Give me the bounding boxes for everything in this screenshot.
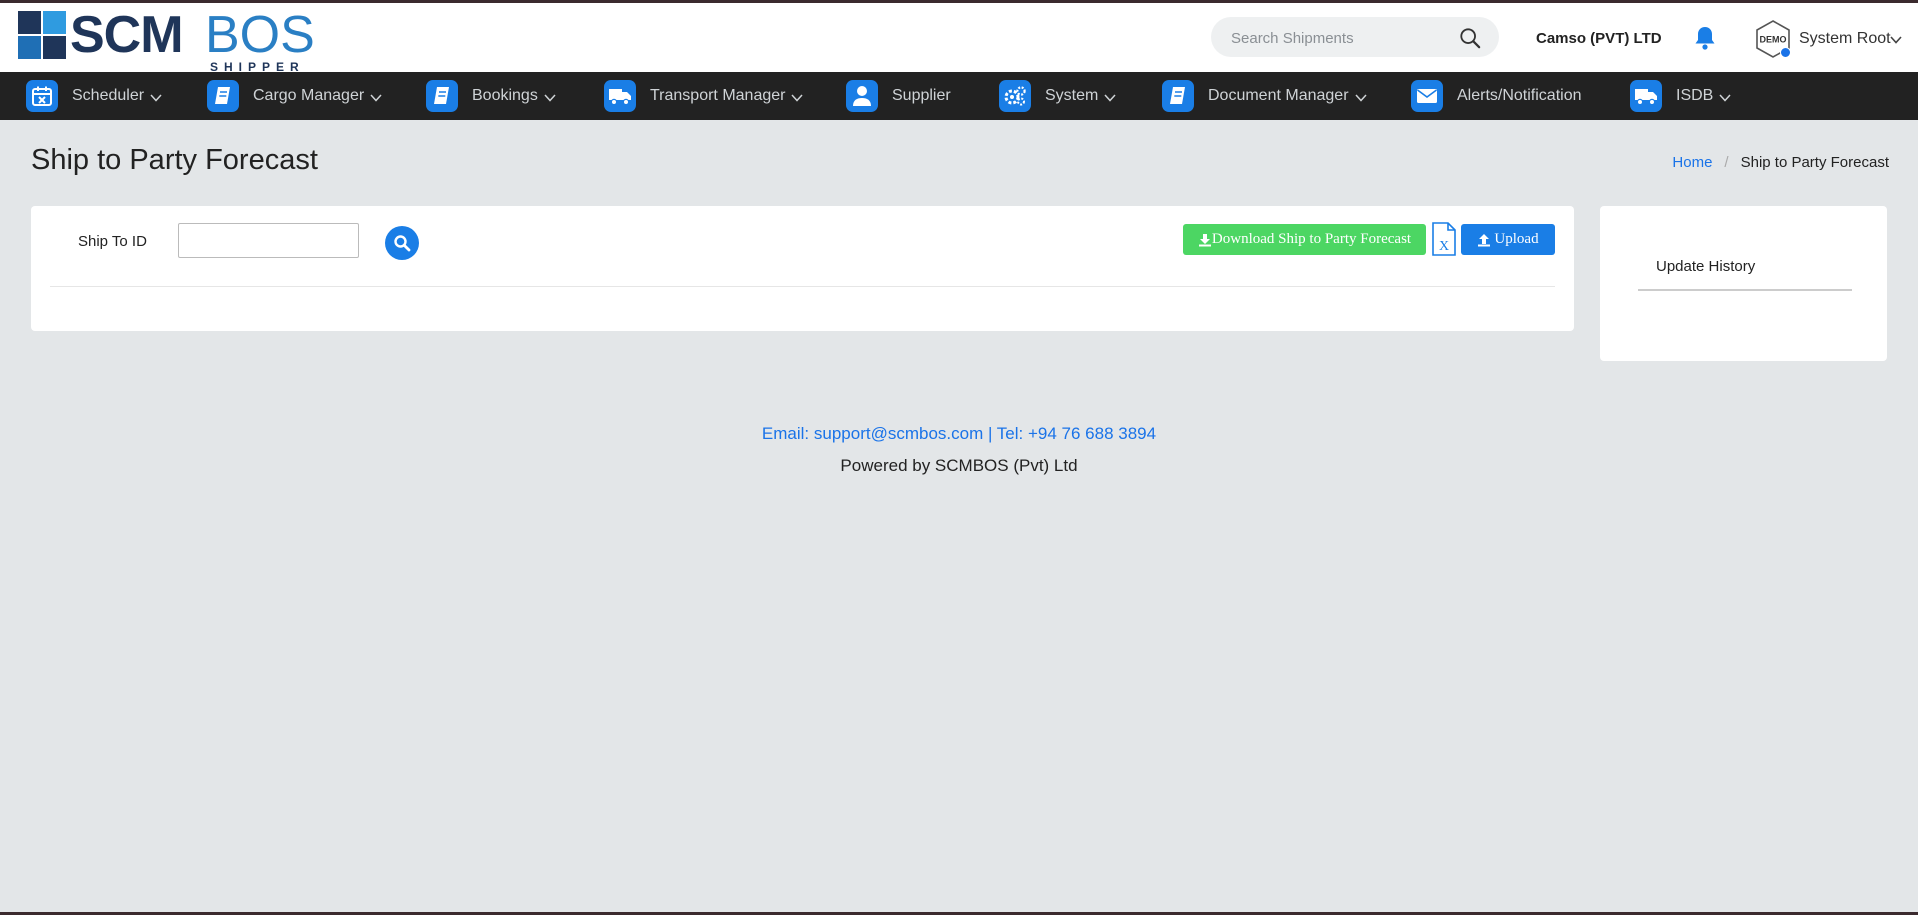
ship-to-id-label: Ship To ID — [78, 233, 147, 250]
chevron-down-icon[interactable] — [1890, 36, 1902, 44]
nav-item-system[interactable]: System — [999, 72, 1116, 120]
excel-file-icon[interactable]: X — [1431, 222, 1457, 256]
bell-icon[interactable] — [1693, 25, 1717, 51]
logo-text-accent: BOS — [205, 6, 315, 64]
upload-icon — [1478, 233, 1491, 246]
shipment-search — [1211, 17, 1499, 59]
nav-item-supplier[interactable]: Supplier — [846, 72, 951, 120]
chevron-down-icon — [150, 94, 162, 102]
search-icon[interactable] — [1459, 27, 1481, 49]
book-icon — [1162, 80, 1194, 112]
search-button[interactable] — [385, 226, 419, 260]
nav-item-transport-manager[interactable]: Transport Manager — [604, 72, 804, 120]
envelope-icon — [1411, 80, 1443, 112]
update-history-card: Update History — [1600, 206, 1887, 361]
nav-item-cargo-manager[interactable]: Cargo Manager — [207, 72, 382, 120]
chevron-down-icon — [370, 94, 382, 102]
header-bar: SCM BOS SHIPPER Camso (PVT) LTD DEMO Sys… — [0, 3, 1918, 74]
breadcrumb: Home / Ship to Party Forecast — [1672, 154, 1889, 171]
nav-item-bookings[interactable]: Bookings — [426, 72, 556, 120]
nav-label-supplier: Supplier — [892, 87, 951, 104]
book-icon — [207, 80, 239, 112]
breadcrumb-home-link[interactable]: Home — [1672, 154, 1712, 171]
nav-label-document-manager: Document Manager — [1208, 87, 1349, 104]
page-title: Ship to Party Forecast — [31, 144, 318, 176]
search-input[interactable] — [1229, 17, 1453, 59]
calendar-icon — [26, 80, 58, 112]
search-icon — [394, 235, 411, 252]
upload-button-label: Upload — [1494, 231, 1539, 247]
chevron-down-icon — [544, 94, 556, 102]
upload-button[interactable]: Upload — [1461, 224, 1555, 255]
company-name: Camso (PVT) LTD — [1536, 30, 1662, 47]
chevron-down-icon — [791, 94, 804, 102]
update-history-divider — [1638, 289, 1852, 291]
book-icon — [426, 80, 458, 112]
forecast-card: Ship To ID Download Ship to Party Foreca… — [31, 206, 1574, 331]
nav-item-scheduler[interactable]: Scheduler — [26, 72, 162, 120]
logo-squares-icon — [18, 11, 66, 59]
nav-label-system: System — [1045, 87, 1099, 104]
main-nav: Scheduler Cargo Manager Bookings Transpo… — [0, 72, 1918, 120]
download-forecast-button[interactable]: Download Ship to Party Forecast — [1183, 224, 1426, 255]
download-icon — [1198, 233, 1211, 246]
card-divider — [50, 286, 1555, 287]
nav-label-transport-manager: Transport Manager — [650, 87, 786, 104]
nav-item-alerts-notification[interactable]: Alerts/Notification — [1411, 72, 1582, 120]
ship-to-id-input[interactable] — [178, 223, 359, 258]
avatar-label: DEMO — [1760, 35, 1787, 45]
gears-icon — [999, 80, 1031, 112]
nav-label-isdb: ISDB — [1676, 87, 1714, 104]
footer-contact[interactable]: Email: support@scmbos.com | Tel: +94 76 … — [0, 424, 1918, 444]
nav-item-isdb[interactable]: ISDB — [1630, 72, 1731, 120]
truck-icon — [604, 80, 636, 112]
online-status-dot — [1780, 47, 1791, 58]
chevron-down-icon — [1104, 94, 1116, 102]
chevron-down-icon — [1719, 94, 1731, 102]
breadcrumb-current: Ship to Party Forecast — [1740, 154, 1889, 171]
nav-label-cargo-manager: Cargo Manager — [253, 87, 365, 104]
nav-label-alerts-notification: Alerts/Notification — [1457, 87, 1582, 104]
nav-item-document-manager[interactable]: Document Manager — [1162, 72, 1367, 120]
breadcrumb-separator: / — [1724, 154, 1729, 171]
user-icon — [846, 80, 878, 112]
chevron-down-icon — [1354, 94, 1367, 102]
user-name[interactable]: System Root — [1799, 30, 1891, 48]
footer-powered-by: Powered by SCMBOS (Pvt) Ltd — [840, 456, 1078, 475]
nav-label-scheduler: Scheduler — [72, 87, 145, 104]
nav-label-bookings: Bookings — [472, 87, 538, 104]
download-button-label: Download Ship to Party Forecast — [1211, 231, 1412, 247]
truck-icon — [1630, 80, 1662, 112]
svg-text:X: X — [1439, 239, 1449, 254]
scmbos-logo[interactable]: SCM BOS SHIPPER — [18, 7, 328, 74]
update-history-title: Update History — [1656, 258, 1756, 275]
logo-text-main: SCM — [70, 6, 184, 64]
